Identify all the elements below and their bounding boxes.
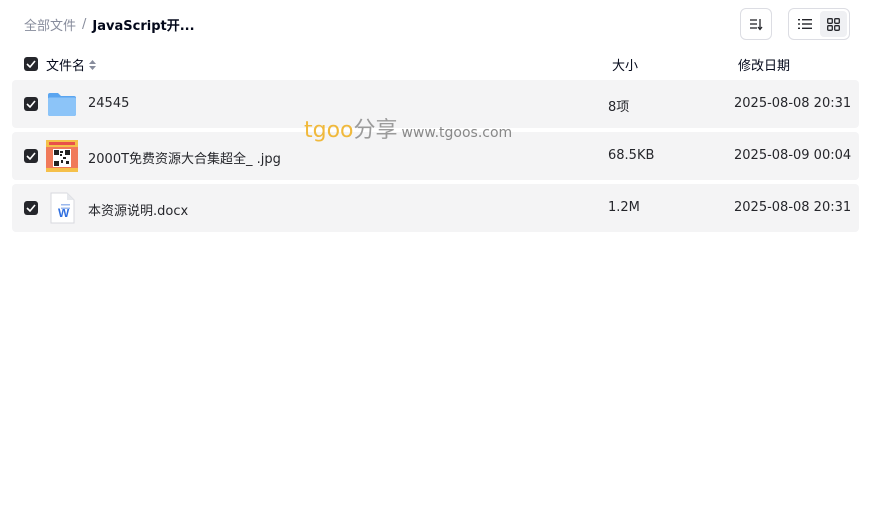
row-checkbox[interactable] (24, 97, 38, 111)
row-checkbox[interactable] (24, 149, 38, 163)
file-browser: 全部文件 / JavaScript开... 文件名 大小 修改日期 24545 … (0, 0, 874, 514)
column-header-name-label: 文件名 (46, 59, 86, 74)
breadcrumb-current: JavaScript开... (92, 18, 195, 34)
file-name[interactable]: 2000T免费资源大合集超全_ .jpg (88, 148, 281, 167)
check-icon (26, 60, 36, 68)
file-date: 2025-08-09 00:04 (734, 148, 852, 163)
breadcrumb-separator: / (82, 16, 87, 32)
list-view-button[interactable] (791, 11, 818, 37)
file-size: 8项 (608, 100, 630, 115)
select-all-checkbox[interactable] (24, 57, 38, 71)
word-doc-icon: W (50, 192, 75, 224)
file-size: 1.2M (608, 200, 640, 215)
folder-icon (48, 93, 76, 116)
column-header-size[interactable]: 大小 (612, 55, 638, 74)
file-list: 24545 8项 2025-08-08 20:31 2000T免费资源大合集超全… (12, 80, 860, 236)
grid-view-icon (827, 17, 840, 31)
sort-button[interactable] (740, 8, 772, 40)
image-thumbnail-icon (46, 140, 78, 172)
file-name[interactable]: 本资源说明.docx (88, 200, 188, 219)
file-size: 68.5KB (608, 148, 655, 163)
check-icon (26, 152, 36, 160)
file-row[interactable]: W 本资源说明.docx 1.2M 2025-08-08 20:31 (12, 184, 859, 232)
view-switch (788, 8, 850, 40)
check-icon (26, 100, 36, 108)
check-icon (26, 204, 36, 212)
sort-toggle-icon (89, 59, 97, 70)
file-date: 2025-08-08 20:31 (734, 96, 852, 111)
file-row[interactable]: 24545 8项 2025-08-08 20:31 (12, 80, 859, 128)
column-header-name[interactable]: 文件名 (46, 55, 97, 74)
breadcrumb-root-link[interactable]: 全部文件 (24, 15, 76, 34)
file-name[interactable]: 24545 (88, 96, 129, 111)
breadcrumb: 全部文件 / JavaScript开... (24, 14, 195, 34)
file-row[interactable]: 2000T免费资源大合集超全_ .jpg 68.5KB 2025-08-09 0… (12, 132, 859, 180)
file-date: 2025-08-08 20:31 (734, 200, 852, 215)
grid-view-button[interactable] (820, 11, 847, 37)
list-view-icon (797, 19, 812, 29)
file-list-header: 文件名 大小 修改日期 (12, 52, 860, 76)
column-header-date[interactable]: 修改日期 (738, 55, 790, 74)
row-checkbox[interactable] (24, 201, 38, 215)
sort-icon (750, 19, 763, 31)
